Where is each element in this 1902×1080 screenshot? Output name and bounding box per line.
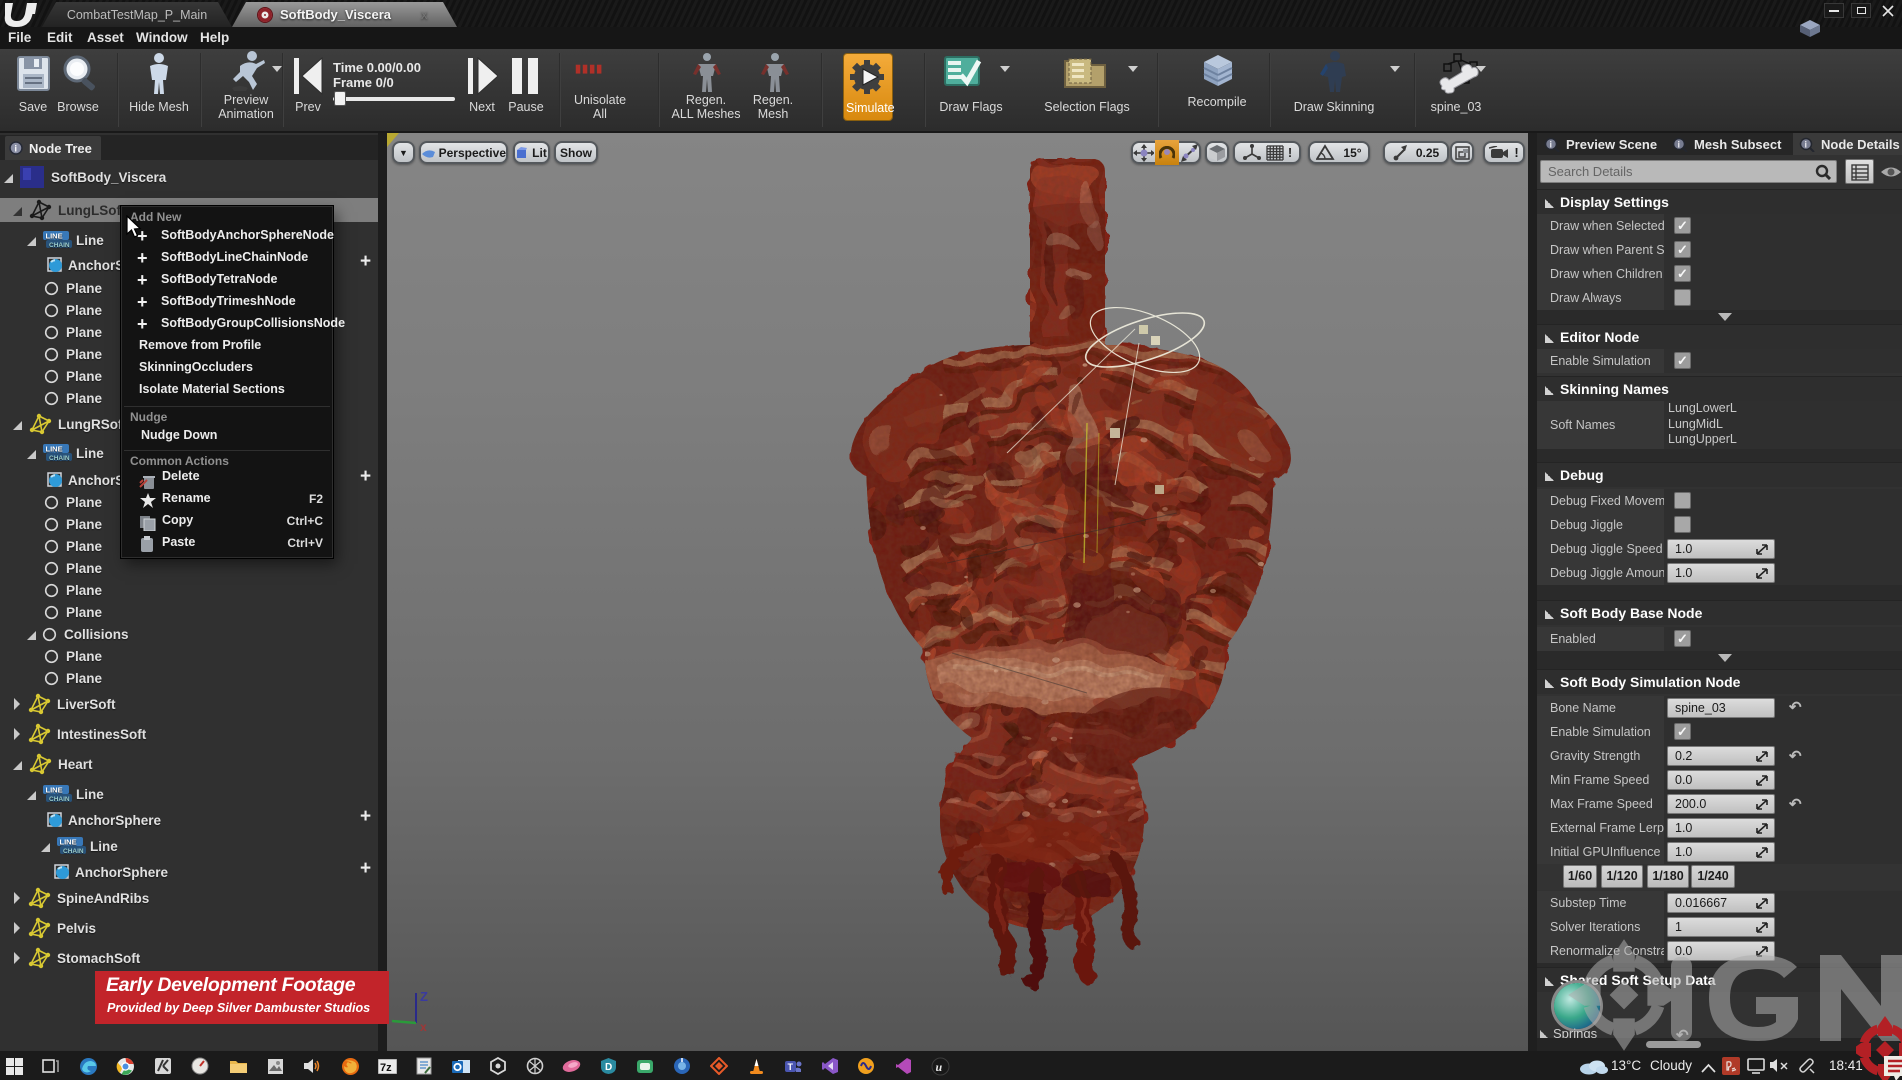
svg-text:D: D — [605, 1062, 612, 1073]
svg-text:CHAIN: CHAIN — [49, 242, 70, 249]
svg-text:x: x — [420, 1020, 427, 1033]
svg-text:i: i — [1550, 139, 1553, 149]
svg-text:CHAIN: CHAIN — [63, 848, 84, 855]
svg-text:Z: Z — [420, 989, 428, 1004]
svg-text:CHAIN: CHAIN — [49, 455, 70, 462]
svg-text:LINE: LINE — [46, 445, 63, 454]
svg-text:i: i — [1678, 139, 1681, 149]
svg-text:T: T — [788, 1062, 794, 1072]
svg-text:CHAIN: CHAIN — [49, 796, 70, 803]
svg-text:u: u — [935, 1060, 942, 1074]
svg-text:i: i — [15, 143, 18, 153]
svg-text:LINE: LINE — [46, 786, 63, 795]
svg-text:7z: 7z — [380, 1062, 392, 1074]
svg-text:LINE: LINE — [60, 838, 77, 847]
svg-text:LINE: LINE — [46, 232, 63, 241]
svg-text:i: i — [1805, 139, 1808, 149]
